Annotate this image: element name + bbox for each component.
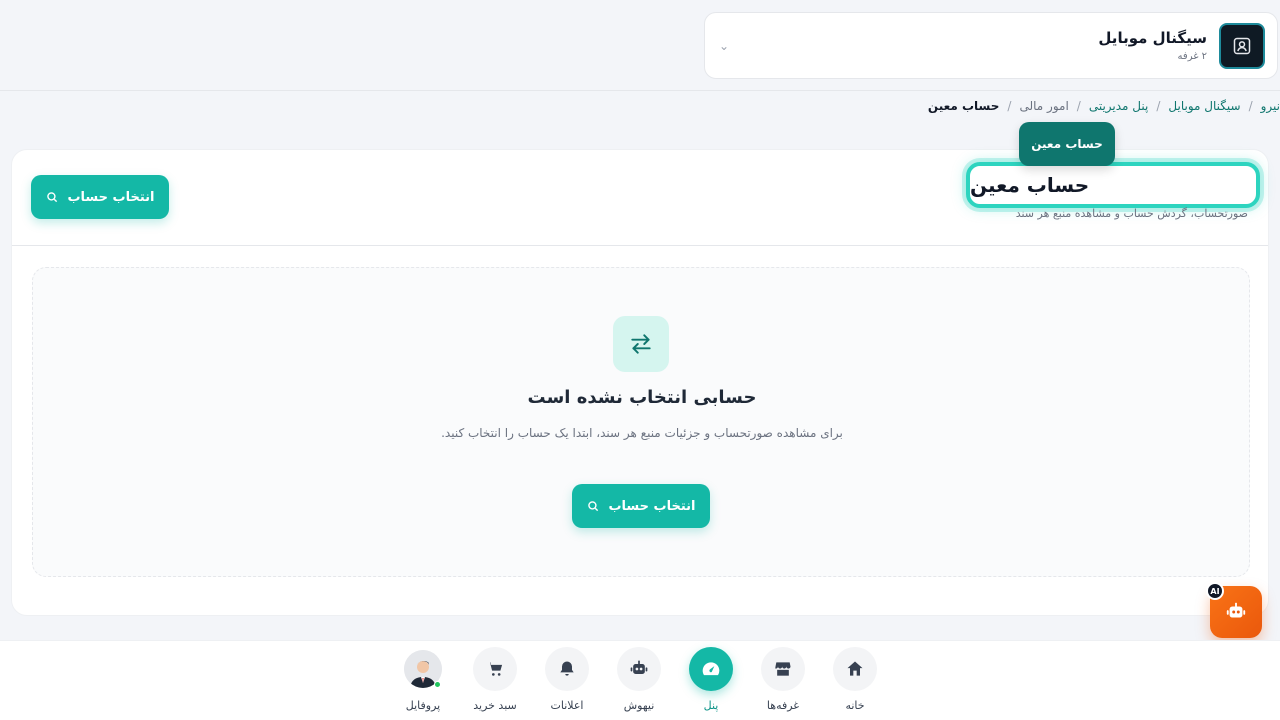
nav-label-panel: پنل: [703, 699, 719, 712]
store-icon: [775, 662, 791, 676]
chevron-down-icon[interactable]: ⌄: [719, 39, 729, 53]
nav-icon-wrap: [617, 647, 661, 691]
top-divider: [0, 90, 1280, 91]
nav-item-profile[interactable]: پروفایل: [393, 647, 453, 712]
breadcrumb-separator: /: [1156, 99, 1161, 113]
nav-icon-wrap: [761, 647, 805, 691]
nav-label-nihoosh: نیهوش: [623, 699, 655, 712]
store-info: سیگنال موبایل ۲ غرفه: [1098, 22, 1265, 69]
breadcrumb-item-finance: امور مالی: [1019, 99, 1069, 113]
nav-label-cart: سبد خرید: [473, 699, 517, 712]
nav-item-notifications[interactable]: اعلانات: [537, 647, 597, 712]
select-account-button-empty[interactable]: انتخاب حساب: [572, 484, 710, 528]
dashboard-gauge-icon: [702, 662, 720, 676]
ai-badge: AI: [1206, 582, 1224, 600]
store-logo: [1219, 22, 1265, 69]
nav-label-booths: غرفه‌ها: [766, 699, 800, 712]
breadcrumb-item-home[interactable]: نیرو: [1261, 99, 1280, 113]
nav-item-booths[interactable]: غرفه‌ها: [753, 647, 813, 712]
breadcrumb-item-current: حساب معین: [927, 99, 1000, 113]
avatar-wrap: [401, 647, 445, 691]
robot-icon: [630, 660, 648, 674]
breadcrumb-separator: /: [1007, 99, 1012, 113]
nav-item-home[interactable]: خانه: [825, 647, 885, 712]
select-account-button[interactable]: انتخاب حساب: [31, 175, 169, 219]
nav-label-notifications: اعلانات: [550, 699, 584, 712]
main-card: حساب معین صورتحساب، گردش حساب و مشاهده م…: [11, 149, 1269, 616]
page-subtitle: صورتحساب، گردش حساب و مشاهده منبع هر سند: [1015, 207, 1248, 220]
breadcrumb-separator: /: [1248, 99, 1253, 113]
breadcrumb-item-store[interactable]: سیگنال موبایل: [1168, 99, 1240, 113]
nav-item-nihoosh[interactable]: نیهوش: [609, 647, 669, 712]
title-tooltip: حساب معین: [1019, 122, 1115, 166]
ai-assistant-button[interactable]: AI: [1206, 582, 1262, 638]
nav-icon-wrap: [473, 647, 517, 691]
breadcrumb-separator: /: [1076, 99, 1081, 113]
cart-icon: [487, 662, 503, 676]
empty-state-description: برای مشاهده صورتحساب و جزئیات منبع هر سن…: [441, 426, 843, 440]
nav-label-home: خانه: [845, 699, 865, 712]
swap-arrows-icon: [631, 334, 651, 354]
empty-state-title: حسابی انتخاب نشده است: [527, 387, 757, 408]
home-icon: [847, 661, 863, 676]
store-selector[interactable]: سیگنال موبایل ۲ غرفه ⌄: [704, 12, 1278, 79]
nav-icon-wrap: [545, 647, 589, 691]
breadcrumb-item-admin-panel[interactable]: پنل مدیریتی: [1089, 99, 1149, 113]
nav-icon-wrap: [833, 647, 877, 691]
robot-icon: [1226, 602, 1246, 618]
page-title-highlight: حساب معین: [966, 162, 1260, 208]
search-icon: [588, 501, 599, 512]
empty-state-icon-wrap: [613, 316, 669, 372]
online-status-dot: [434, 681, 441, 688]
nav-item-panel[interactable]: پنل: [681, 647, 741, 712]
select-account-label: انتخاب حساب: [608, 498, 696, 514]
store-name: سیگنال موبایل: [1098, 29, 1207, 47]
nav-label-profile: پروفایل: [405, 699, 441, 712]
nav-item-cart[interactable]: سبد خرید: [465, 647, 525, 712]
empty-state: حسابی انتخاب نشده است برای مشاهده صورتحس…: [32, 267, 1250, 577]
user-card-icon: [1233, 37, 1251, 54]
bell-icon: [560, 661, 574, 676]
breadcrumb: نیرو / سیگنال موبایل / پنل مدیریتی / امو…: [928, 97, 1280, 115]
select-account-label: انتخاب حساب: [67, 189, 155, 205]
store-booth-count: ۲ غرفه: [1177, 51, 1207, 62]
page-title: حساب معین: [970, 173, 1090, 197]
bottom-nav: خانه غرفه‌ها پنل: [0, 640, 1280, 720]
search-icon: [47, 192, 58, 203]
nav-icon-wrap: [689, 647, 733, 691]
